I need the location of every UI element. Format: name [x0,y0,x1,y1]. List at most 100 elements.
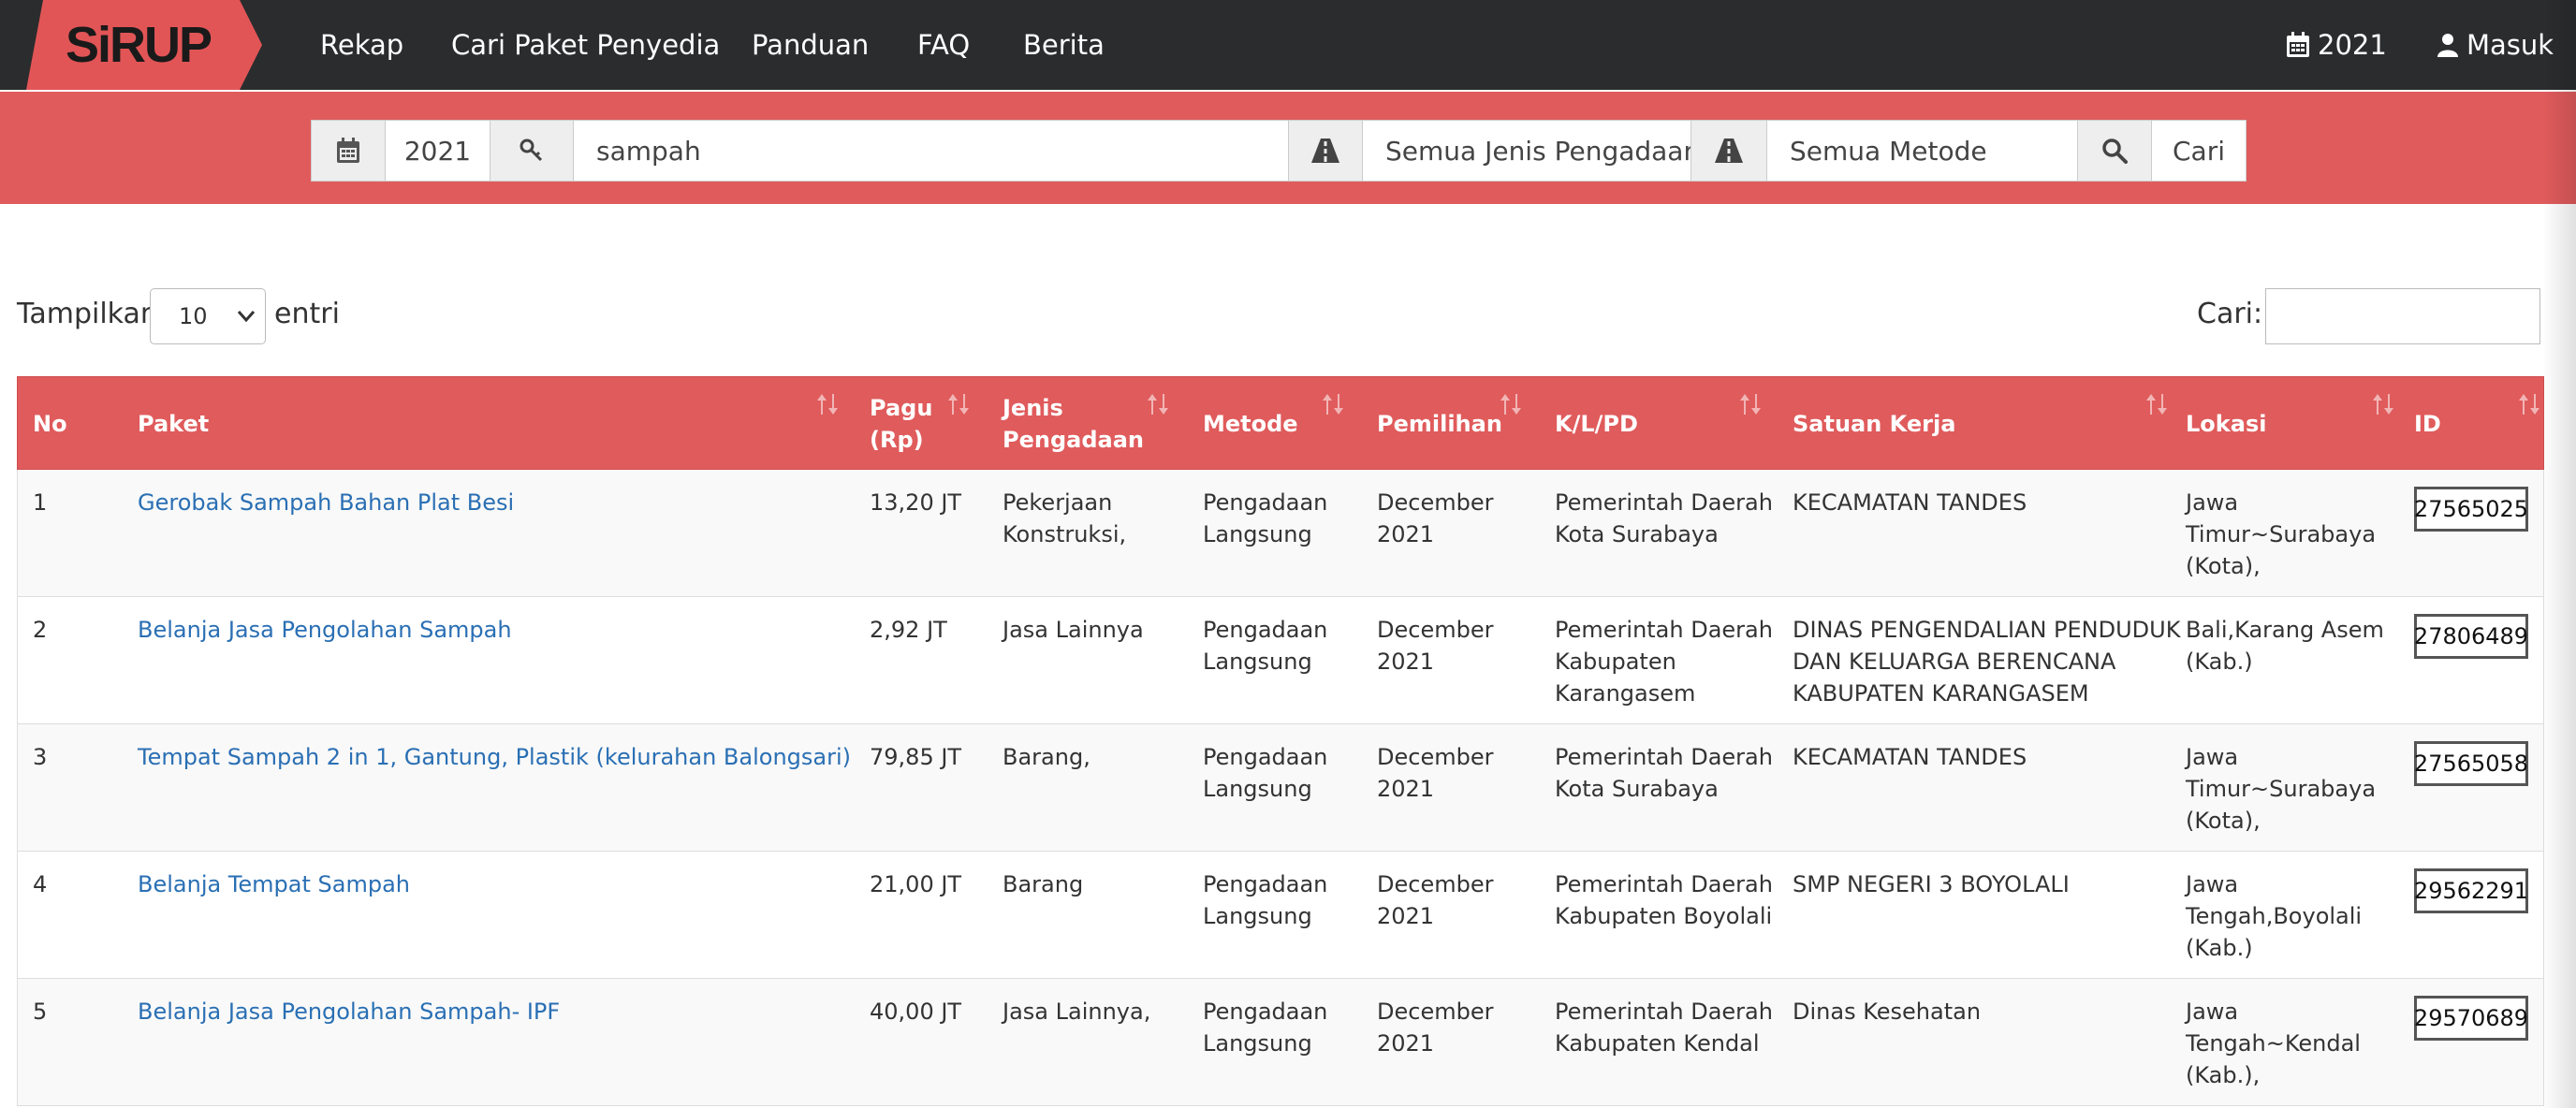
cell-satuan-kerja: Dinas Kesehatan [1793,996,1981,1028]
cell-klpd: Pemerintah Daerah Kabupaten Boyolali [1555,868,1773,932]
cell-line: Pemerintah Daerah [1555,744,1773,770]
cell-line: 2021 [1377,521,1435,547]
paket-link[interactable]: Belanja Tempat Sampah [138,868,410,900]
paket-link[interactable]: Belanja Jasa Pengolahan Sampah- IPF [138,996,560,1028]
nav-rekap[interactable]: Rekap [320,0,403,90]
search-button[interactable]: Cari [2151,120,2247,182]
sort-icon[interactable] [946,392,971,416]
col-header-pagu[interactable]: Pagu (Rp) [870,377,932,471]
col-header-pagu-line1: Pagu [870,395,933,421]
filter-label: Cari: [2197,298,2263,330]
cell-no: 5 [33,999,48,1025]
cell-line: (Kab.), [2186,1062,2261,1088]
show-label: Tampilkan [17,298,158,330]
cell-no: 4 [33,871,48,897]
cell-klpd: Pemerintah Daerah Kabupaten Kendal [1555,996,1773,1059]
cell-line: Bali,Karang Asem [2186,617,2384,643]
cell-line: 2021 [1377,776,1435,802]
cell-line: (Kab.) [2186,935,2253,961]
cell-line: December [1377,999,1494,1025]
sort-icon[interactable] [1321,392,1345,416]
col-header-paket[interactable]: Paket [138,377,209,471]
keyword-input-field[interactable] [596,135,1288,167]
sort-icon[interactable] [1738,392,1763,416]
cell-line: (Kota), [2186,553,2261,579]
cell-id[interactable]: 27806489 [2414,614,2528,659]
cell-line: Jasa Lainnya, [1003,999,1151,1025]
cell-line: Karangasem [1555,680,1696,707]
sort-icon[interactable] [2144,392,2169,416]
login-link[interactable]: Masuk [2437,0,2554,90]
cell-line: December [1377,744,1494,770]
nav-cari-paket-penyedia[interactable]: Cari Paket Penyedia [451,0,720,90]
paket-link[interactable]: Gerobak Sampah Bahan Plat Besi [138,487,514,518]
col-header-id[interactable]: ID [2414,377,2441,471]
cell-line: Pengadaan [1203,871,1328,897]
cell-metode: Pengadaan Langsung [1203,487,1327,550]
cell-line: Kabupaten Kendal [1555,1030,1760,1057]
sort-icon[interactable] [815,392,840,416]
top-navbar: SiRUP Rekap Cari Paket Penyedia Panduan … [0,0,2576,90]
col-header-metode[interactable]: Metode [1203,377,1298,471]
cell-metode: Pengadaan Langsung [1203,868,1327,932]
cell-line: 2021 [1377,1030,1435,1057]
nav-year-selector[interactable]: 2021 [2286,0,2387,90]
cell-line: Timur~Surabaya [2186,521,2377,547]
cell-lokasi: Jawa Tengah,Boyolali (Kab.) [2186,868,2362,964]
col-header-klpd-label: K/L/PD [1555,411,1638,437]
cell-klpd: Pemerintah Daerah Kota Surabaya [1555,741,1773,805]
nav-berita[interactable]: Berita [1023,0,1105,90]
cell-line: December [1377,489,1494,516]
cell-line: Jawa [2186,489,2239,516]
cell-lokasi: Bali,Karang Asem (Kab.) [2186,614,2384,678]
cell-line: KABUPATEN KARANGASEM [1793,680,2089,707]
cell-line: Konstruksi, [1003,521,1127,547]
cell-line: Kabupaten Boyolali [1555,903,1773,929]
cell-line: Barang, [1003,744,1090,770]
col-header-pemilihan[interactable]: Pemilihan [1377,377,1502,471]
paket-link[interactable]: Belanja Jasa Pengolahan Sampah [138,614,512,646]
sirup-logo[interactable]: SiRUP [26,0,262,90]
col-header-jenis[interactable]: Jenis Pengadaan [1003,377,1144,471]
user-icon [2437,34,2458,57]
cell-metode: Pengadaan Langsung [1203,741,1327,805]
col-header-no[interactable]: No [33,377,67,471]
cell-id[interactable]: 29570689 [2414,996,2528,1041]
metode-select[interactable]: Semua Metode [1766,120,2078,182]
sort-icon[interactable] [1499,392,1523,416]
cell-id[interactable]: 27565058 [2414,741,2528,786]
col-header-lokasi-label: Lokasi [2186,411,2267,437]
col-header-jenis-label: Jenis Pengadaan [1003,392,1144,456]
table-row: 4 Belanja Tempat Sampah 21,00 JT Barang … [17,852,2544,979]
nav-panduan[interactable]: Panduan [752,0,869,90]
cell-id[interactable]: 29562291 [2414,868,2528,913]
keyword-input[interactable] [573,120,1289,182]
paket-link[interactable]: Tempat Sampah 2 in 1, Gantung, Plastik (… [138,741,851,773]
col-header-satuan-kerja[interactable]: Satuan Kerja [1793,377,1955,471]
cell-id[interactable]: 27565025 [2414,487,2528,532]
cell-satuan-kerja: SMP NEGERI 3 BOYOLALI [1793,868,2070,900]
sort-icon[interactable] [2517,392,2541,416]
cell-line: Langsung [1203,776,1312,802]
col-header-lokasi[interactable]: Lokasi [2186,377,2266,471]
page-length-select[interactable]: 10 [150,288,266,344]
jenis-pengadaan-select[interactable]: Semua Jenis Pengadaan [1362,120,1691,182]
cell-line: December [1377,871,1494,897]
cell-klpd: Pemerintah Daerah Kota Surabaya [1555,487,1773,550]
search-bar: 2021 Semua Jenis Pengadaan Semua Metode [0,92,2576,204]
sort-icon[interactable] [1146,392,1170,416]
col-header-klpd[interactable]: K/L/PD [1555,377,1638,471]
cell-line: Pemerintah Daerah [1555,617,1773,643]
nav-year-label: 2021 [2318,29,2387,61]
calendar-icon [2287,32,2309,57]
cell-line: Tengah~Kendal [2186,1030,2361,1057]
search-addon [2077,120,2152,182]
sort-icon[interactable] [2371,392,2395,416]
cell-no: 3 [33,744,48,770]
entries-label: entri [274,298,340,330]
nav-faq[interactable]: FAQ [917,0,970,90]
cell-line: Langsung [1203,1030,1312,1057]
year-select[interactable]: 2021 [385,120,490,182]
table-filter-input[interactable] [2265,288,2540,344]
cell-jenis: Jasa Lainnya [1003,614,1144,646]
